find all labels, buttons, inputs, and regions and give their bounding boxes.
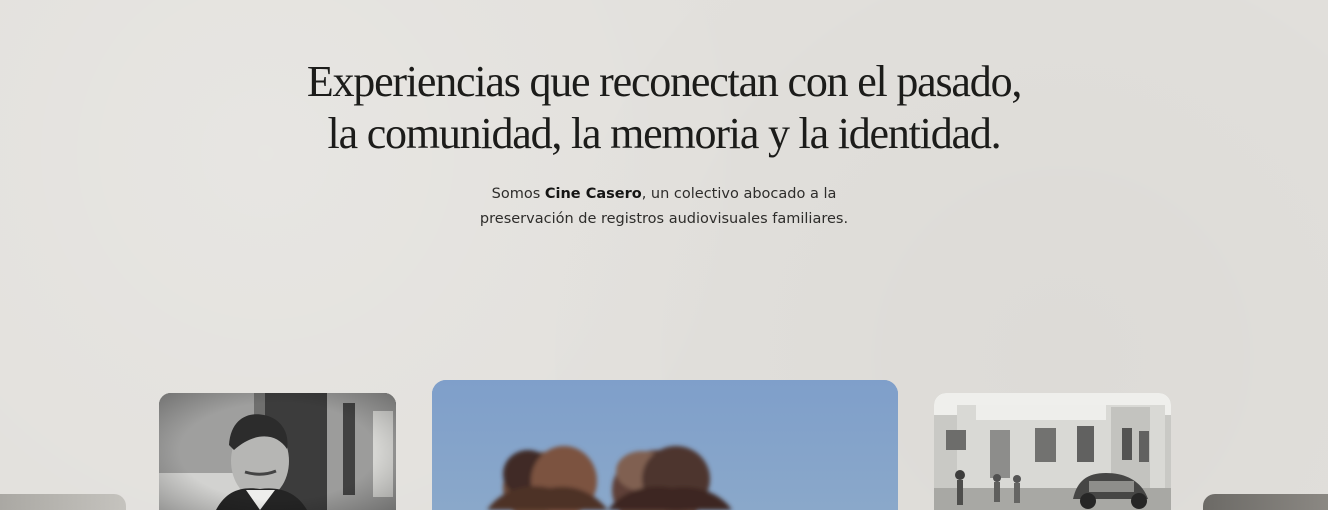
gallery-photo-portrait[interactable] [159,393,396,510]
hero-section: Experiencias que reconectan con el pasad… [0,56,1328,232]
hero-headline: Experiencias que reconectan con el pasad… [0,56,1328,160]
intro-line-2: preservación de registros audiovisuales … [479,211,849,227]
hero-headline-line-1: Experiencias que reconectan con el pasad… [306,57,1023,106]
intro-prefix: Somos [491,186,545,202]
street-building-car-image [934,393,1171,510]
hero-headline-line-2: la comunidad, la memoria y la identidad. [327,109,1002,158]
gallery-photo-right-edge[interactable] [1203,494,1328,510]
collective-name: Cine Casero [544,186,642,202]
man-in-suit-image [159,393,396,510]
gallery-photo-left-edge[interactable] [0,494,126,510]
gallery-photo-featured[interactable] [432,380,898,510]
gallery-photo-street[interactable] [934,393,1171,510]
hero-intro: Somos Cine Casero, un colectivo abocado … [449,182,879,232]
intro-line-1-suffix: , un colectivo abocado a la [641,186,837,202]
two-people-sky-image [432,380,898,510]
